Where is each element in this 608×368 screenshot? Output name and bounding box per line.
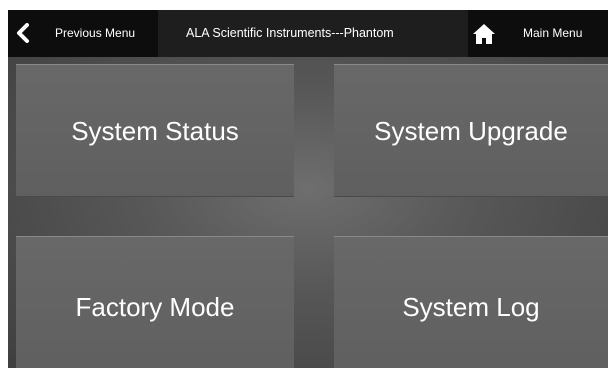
system-upgrade-button[interactable]: System Upgrade: [334, 64, 608, 197]
top-bar: Previous Menu ALA Scientific Instruments…: [8, 10, 608, 57]
chevron-left-icon: [17, 23, 29, 43]
home-icon: [473, 24, 495, 44]
page-title: ALA Scientific Instruments---Phantom: [186, 26, 394, 40]
main-menu-label: Main Menu: [523, 26, 583, 40]
factory-mode-button[interactable]: Factory Mode: [16, 236, 294, 368]
app-screen: Previous Menu ALA Scientific Instruments…: [8, 10, 608, 368]
system-upgrade-label: System Upgrade: [374, 115, 568, 146]
factory-mode-label: Factory Mode: [75, 291, 235, 322]
system-log-button[interactable]: System Log: [334, 236, 608, 368]
system-status-label: System Status: [71, 115, 239, 146]
previous-menu-button[interactable]: Previous Menu: [8, 10, 158, 57]
previous-menu-label: Previous Menu: [55, 26, 136, 40]
title-area: ALA Scientific Instruments---Phantom: [158, 10, 468, 57]
system-log-label: System Log: [402, 291, 540, 322]
system-status-button[interactable]: System Status: [16, 64, 294, 197]
main-menu-button[interactable]: Main Menu: [468, 10, 608, 57]
